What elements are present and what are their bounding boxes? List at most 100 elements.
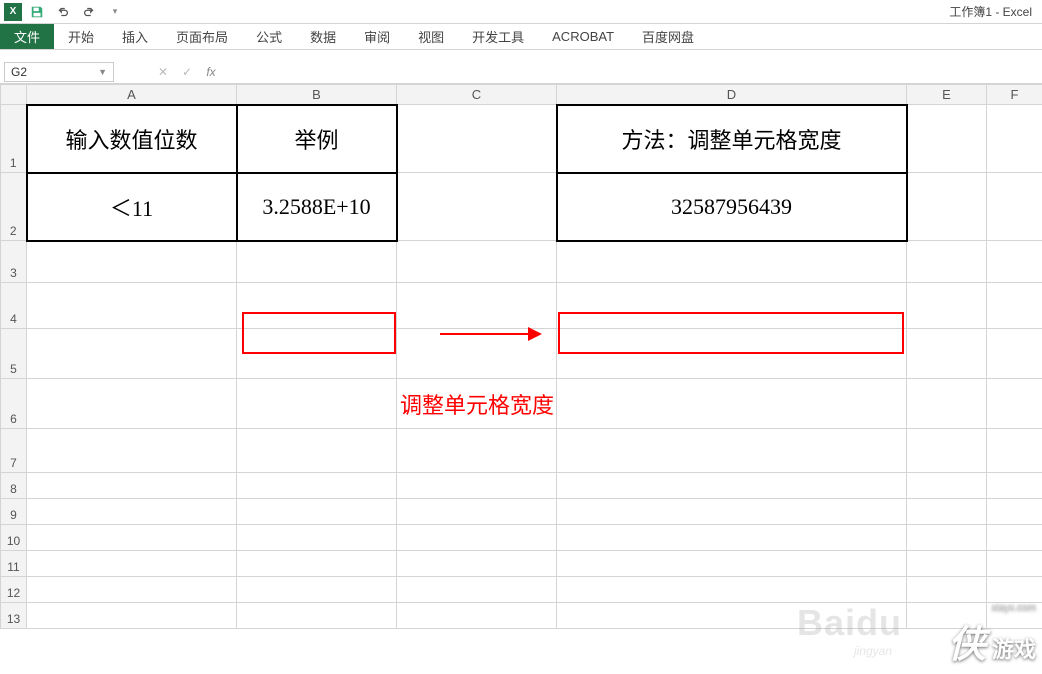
cell[interactable] — [557, 429, 907, 473]
cell[interactable] — [237, 379, 397, 429]
cell[interactable] — [397, 603, 557, 629]
redo-icon[interactable] — [78, 2, 100, 22]
cell[interactable] — [907, 551, 987, 577]
cell[interactable] — [557, 603, 907, 629]
cell[interactable] — [27, 379, 237, 429]
cell[interactable] — [397, 241, 557, 283]
cell[interactable] — [987, 241, 1042, 283]
row-header[interactable]: 4 — [1, 283, 27, 329]
column-header[interactable]: F — [987, 85, 1042, 105]
ribbon-tab-data[interactable]: 数据 — [296, 24, 350, 49]
ribbon-tab-insert[interactable]: 插入 — [108, 24, 162, 49]
column-header[interactable]: B — [237, 85, 397, 105]
cell[interactable] — [987, 173, 1042, 241]
cell[interactable] — [27, 499, 237, 525]
cell[interactable] — [907, 329, 987, 379]
name-box-dropdown-icon[interactable]: ▼ — [98, 67, 107, 77]
cell[interactable] — [237, 241, 397, 283]
cell[interactable] — [987, 577, 1042, 603]
save-icon[interactable] — [26, 2, 48, 22]
cell[interactable] — [27, 429, 237, 473]
cell[interactable] — [27, 283, 237, 329]
cell[interactable] — [907, 577, 987, 603]
ribbon-tab-review[interactable]: 审阅 — [350, 24, 404, 49]
cell[interactable] — [907, 379, 987, 429]
cell[interactable]: 举例 — [237, 105, 397, 173]
ribbon-tab-file[interactable]: 文件 — [0, 24, 54, 49]
cell[interactable] — [397, 499, 557, 525]
cell[interactable]: 32587956439 — [557, 173, 907, 241]
cell[interactable] — [987, 379, 1042, 429]
row-header[interactable]: 3 — [1, 241, 27, 283]
cell[interactable] — [237, 577, 397, 603]
cell[interactable] — [557, 499, 907, 525]
cell[interactable] — [237, 329, 397, 379]
row-header[interactable]: 12 — [1, 577, 27, 603]
insert-function-icon[interactable]: fx — [202, 65, 220, 79]
cell[interactable] — [237, 283, 397, 329]
undo-icon[interactable] — [52, 2, 74, 22]
cell[interactable] — [237, 473, 397, 499]
ribbon-tab-view[interactable]: 视图 — [404, 24, 458, 49]
ribbon-tab-formulas[interactable]: 公式 — [242, 24, 296, 49]
qat-customize-icon[interactable]: ▾ — [104, 2, 126, 22]
cell[interactable] — [237, 551, 397, 577]
cell[interactable] — [907, 105, 987, 173]
cell[interactable] — [237, 603, 397, 629]
column-header[interactable]: A — [27, 85, 237, 105]
cell[interactable] — [557, 379, 907, 429]
column-header[interactable]: E — [907, 85, 987, 105]
cell[interactable]: 输入数值位数 — [27, 105, 237, 173]
column-header[interactable]: C — [397, 85, 557, 105]
cell[interactable] — [557, 551, 907, 577]
cell[interactable] — [987, 473, 1042, 499]
ribbon-tab-developer[interactable]: 开发工具 — [458, 24, 538, 49]
cell[interactable] — [397, 551, 557, 577]
cell[interactable] — [907, 473, 987, 499]
confirm-icon[interactable]: ✓ — [178, 65, 196, 79]
name-box[interactable]: G2 ▼ — [4, 62, 114, 82]
cell[interactable] — [397, 329, 557, 379]
cell[interactable] — [557, 577, 907, 603]
cell[interactable] — [557, 241, 907, 283]
cell[interactable]: 3.2588E+10 — [237, 173, 397, 241]
cell[interactable] — [907, 499, 987, 525]
cell[interactable] — [237, 429, 397, 473]
cell[interactable] — [907, 173, 987, 241]
ribbon-tab-acrobat[interactable]: ACROBAT — [538, 24, 628, 49]
cell[interactable] — [987, 329, 1042, 379]
cell[interactable] — [237, 525, 397, 551]
select-all-cell[interactable] — [1, 85, 27, 105]
cell[interactable] — [907, 525, 987, 551]
cancel-icon[interactable]: ✕ — [154, 65, 172, 79]
cell[interactable] — [907, 603, 987, 629]
cell[interactable] — [557, 329, 907, 379]
cell[interactable] — [397, 473, 557, 499]
cell[interactable] — [987, 429, 1042, 473]
cell[interactable] — [987, 551, 1042, 577]
row-header[interactable]: 2 — [1, 173, 27, 241]
row-header[interactable]: 13 — [1, 603, 27, 629]
ribbon-tab-home[interactable]: 开始 — [54, 24, 108, 49]
row-header[interactable]: 9 — [1, 499, 27, 525]
row-header[interactable]: 8 — [1, 473, 27, 499]
cell[interactable] — [397, 379, 557, 429]
cell[interactable] — [397, 283, 557, 329]
cell[interactable] — [987, 283, 1042, 329]
row-header[interactable]: 6 — [1, 379, 27, 429]
cell[interactable] — [987, 105, 1042, 173]
cell[interactable] — [557, 473, 907, 499]
spreadsheet-grid[interactable]: ABCDEF 1输入数值位数举例方法：调整单元格宽度2＜113.2588E+10… — [0, 84, 1042, 629]
cell[interactable] — [907, 283, 987, 329]
cell[interactable] — [397, 429, 557, 473]
cell[interactable] — [397, 173, 557, 241]
cell[interactable]: 方法：调整单元格宽度 — [557, 105, 907, 173]
formula-input[interactable] — [220, 62, 1042, 82]
cell[interactable] — [397, 525, 557, 551]
cell[interactable] — [557, 525, 907, 551]
cell[interactable] — [987, 499, 1042, 525]
cell[interactable] — [27, 525, 237, 551]
row-header[interactable]: 10 — [1, 525, 27, 551]
ribbon-tab-page-layout[interactable]: 页面布局 — [162, 24, 242, 49]
cell[interactable] — [27, 329, 237, 379]
